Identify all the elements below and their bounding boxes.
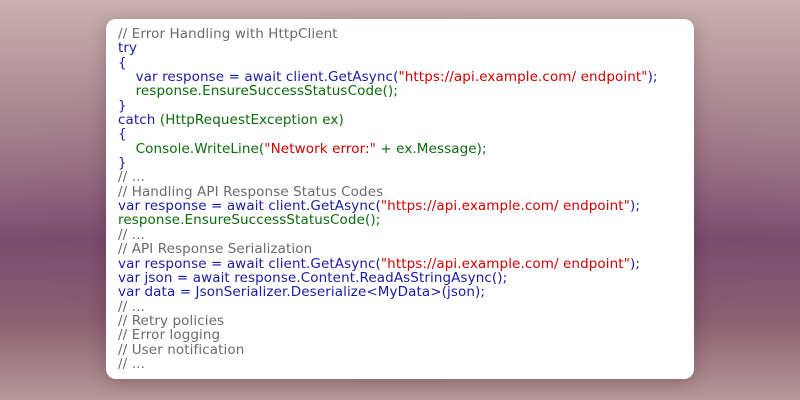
code-line: // Handling API Response Status Codes xyxy=(118,185,686,199)
code-token: "Network error:" xyxy=(264,140,376,157)
code-token: ); xyxy=(630,198,641,215)
code-token: // Error Handling with HttpClient xyxy=(118,26,338,42)
code-line: catch (HttpRequestException ex) xyxy=(118,113,686,127)
code-token: (HttpRequestException ex) xyxy=(159,112,344,129)
code-line: { xyxy=(118,56,686,70)
code-token: ); xyxy=(630,255,641,272)
code-token: "https://api.example.com/ endpoint" xyxy=(398,69,648,86)
code-line: var json = await response.Content.ReadAs… xyxy=(118,271,686,285)
code-line: } xyxy=(118,99,686,113)
code-block: // Error Handling with HttpClient try{ va… xyxy=(118,27,686,371)
code-line: // Error logging xyxy=(118,328,686,342)
code-line: // API Response Serialization xyxy=(118,242,686,256)
code-line: // User notification xyxy=(118,342,686,357)
code-line: // ... xyxy=(118,299,686,314)
code-line: var data = JsonSerializer.Deserialize<My… xyxy=(118,285,686,299)
code-line: Console.WriteLine("Network error:" + ex.… xyxy=(118,142,686,156)
code-token: response.EnsureSuccessStatusCode(); xyxy=(118,83,398,100)
code-token: + ex.Message); xyxy=(375,140,487,157)
code-line: response.EnsureSuccessStatusCode(); xyxy=(118,84,686,98)
code-token: var data = JsonSerializer.Deserialize<My… xyxy=(118,284,486,301)
code-token: response.EnsureSuccessStatusCode(); xyxy=(118,212,381,229)
code-token: "https://api.example.com/ endpoint" xyxy=(380,198,630,215)
code-line: var response = await client.GetAsync("ht… xyxy=(118,255,686,272)
code-line: // ... xyxy=(118,228,686,242)
code-line: // ... xyxy=(118,170,686,184)
code-line: try xyxy=(118,41,686,55)
code-token: Console.WriteLine( xyxy=(118,140,265,157)
code-line: var response = await client.GetAsync("ht… xyxy=(118,70,686,84)
code-line: // Error Handling with HttpClient xyxy=(118,27,686,41)
code-line: } xyxy=(118,156,686,170)
code-token: // ... xyxy=(118,355,145,372)
code-line: var response = await client.GetAsync("ht… xyxy=(118,199,686,213)
code-line: // ... xyxy=(118,357,686,371)
code-card: // Error Handling with HttpClient try{ va… xyxy=(106,19,694,379)
code-line: { xyxy=(118,127,686,141)
code-token: ); xyxy=(647,69,658,86)
code-line: // Retry policies xyxy=(118,314,686,328)
code-line: response.EnsureSuccessStatusCode(); xyxy=(118,213,686,227)
